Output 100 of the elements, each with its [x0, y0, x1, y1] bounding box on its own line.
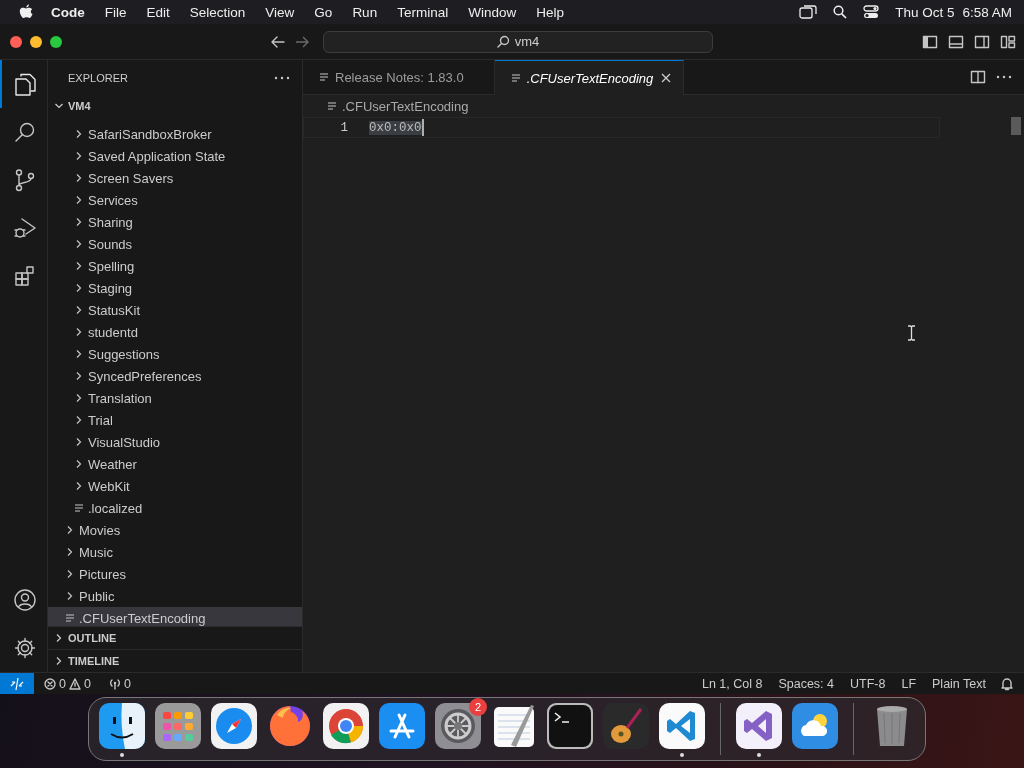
- guitar-icon[interactable]: [603, 703, 649, 749]
- file-lines-icon: [327, 101, 337, 111]
- tree-item[interactable]: WebKit: [48, 475, 302, 497]
- code-text: 0x0:0x0: [369, 120, 422, 135]
- ports-button[interactable]: 0: [102, 676, 137, 691]
- notepad-pen-icon[interactable]: [491, 703, 537, 749]
- app-menu[interactable]: Code: [33, 4, 95, 20]
- forward-arrow-icon[interactable]: [295, 34, 309, 49]
- chevron-right-icon: [74, 261, 84, 271]
- menu-item[interactable]: View: [255, 4, 305, 20]
- tree-item[interactable]: Suggestions: [48, 343, 302, 365]
- sidebar-layout-icon[interactable]: [922, 33, 938, 50]
- warning-icon: [68, 677, 81, 690]
- remote-button[interactable]: [0, 673, 34, 694]
- sidebar-title: EXPLORER: [68, 71, 129, 84]
- tree-item[interactable]: Spelling: [48, 255, 302, 277]
- chevron-right-icon: [74, 437, 84, 447]
- tree-item[interactable]: Translation: [48, 387, 302, 409]
- editor-tab[interactable]: Release Notes: 1.83.0: [303, 60, 495, 94]
- status-item[interactable]: Ln 1, Col 8: [693, 676, 771, 691]
- tree-item[interactable]: SyncedPreferences: [48, 365, 302, 387]
- more-icon[interactable]: [996, 75, 1012, 79]
- tree-item[interactable]: Movies: [48, 519, 302, 541]
- menu-item[interactable]: File: [94, 4, 137, 20]
- tree-item[interactable]: Services: [48, 189, 302, 211]
- tree-item[interactable]: Sounds: [48, 233, 302, 255]
- tree-item[interactable]: Trial: [48, 409, 302, 431]
- tree-item[interactable]: StatusKit: [48, 299, 302, 321]
- windows-icon[interactable]: [799, 5, 818, 19]
- face-icon[interactable]: [99, 703, 145, 749]
- apple-icon[interactable]: [19, 3, 33, 21]
- tree-item[interactable]: Public: [48, 585, 302, 607]
- split-editor-icon[interactable]: [970, 69, 986, 85]
- toggles-icon[interactable]: [863, 5, 880, 19]
- tree-item[interactable]: Weather: [48, 453, 302, 475]
- antenna-icon: [108, 677, 121, 690]
- problems-button[interactable]: 0 0: [38, 676, 97, 691]
- menubar-date[interactable]: Thu Oct 5: [895, 4, 955, 20]
- status-item[interactable]: UTF-8: [842, 676, 894, 691]
- editor-tab[interactable]: .CFUserTextEncoding: [494, 60, 685, 95]
- search-icon[interactable]: [833, 5, 848, 19]
- more-icon[interactable]: [274, 75, 290, 80]
- status-item[interactable]: LF: [893, 676, 925, 691]
- tree-item[interactable]: .CFUserTextEncoding: [48, 607, 302, 626]
- chevron-right-icon: [65, 591, 75, 601]
- file-lines-icon: [319, 72, 329, 82]
- custom-layout-icon[interactable]: [1000, 33, 1016, 50]
- play-bug-icon: [12, 216, 37, 240]
- chevron-right-icon: [54, 633, 64, 643]
- settings-icon[interactable]: [12, 636, 37, 660]
- chevron-right-icon: [74, 481, 84, 491]
- compass-icon[interactable]: [211, 703, 257, 749]
- gear-icon[interactable]: [435, 703, 481, 749]
- chevron-right-icon: [74, 195, 84, 205]
- menu-item[interactable]: Edit: [136, 4, 180, 20]
- tree-item[interactable]: Music: [48, 541, 302, 563]
- menu-item[interactable]: Window: [458, 4, 527, 20]
- chevron-right-icon: [65, 569, 75, 579]
- tree-item[interactable]: Sharing: [48, 211, 302, 233]
- folder-header[interactable]: VM4: [48, 95, 302, 117]
- tree-item[interactable]: Screen Savers: [48, 167, 302, 189]
- menubar-time[interactable]: 6:58 AM: [962, 4, 1012, 20]
- terminal-icon[interactable]: [547, 703, 593, 749]
- chevron-right-icon: [74, 349, 84, 359]
- tree-item[interactable]: SafariSandboxBroker: [48, 123, 302, 145]
- status-item[interactable]: Spaces: 4: [770, 676, 842, 691]
- close-button[interactable]: [10, 35, 22, 48]
- error-icon: [44, 677, 56, 690]
- tree-item[interactable]: Pictures: [48, 563, 302, 585]
- cloud-sun-icon[interactable]: [792, 703, 838, 749]
- search-icon: [496, 35, 510, 48]
- command-center-search[interactable]: vm4: [323, 30, 713, 53]
- remote-icon: [10, 676, 24, 691]
- menu-item[interactable]: Help: [526, 4, 574, 20]
- files-icon: [12, 72, 37, 96]
- section-header[interactable]: OUTLINE: [48, 626, 302, 649]
- breadcrumb[interactable]: .CFUserTextEncoding: [303, 95, 1024, 117]
- minimize-button[interactable]: [30, 35, 42, 48]
- menu-item[interactable]: Terminal: [387, 4, 459, 20]
- tree-item[interactable]: Staging: [48, 277, 302, 299]
- account-icon[interactable]: [12, 588, 37, 612]
- panel-layout-icon[interactable]: [948, 33, 964, 50]
- menu-item[interactable]: Go: [304, 4, 343, 20]
- tree-item[interactable]: studentd: [48, 321, 302, 343]
- code-ribbon-icon[interactable]: [659, 703, 705, 749]
- status-item[interactable]: Plain Text: [924, 676, 994, 691]
- bell-icon[interactable]: [1000, 676, 1014, 691]
- tree-item[interactable]: Saved Application State: [48, 145, 302, 167]
- text-cursor-icon: [907, 325, 916, 341]
- menu-item[interactable]: Run: [342, 4, 388, 20]
- menu-item[interactable]: Selection: [179, 4, 256, 20]
- chevron-right-icon: [74, 371, 84, 381]
- zoom-button[interactable]: [50, 35, 62, 48]
- app-grid-icon[interactable]: [155, 703, 201, 749]
- back-arrow-icon[interactable]: [271, 34, 285, 49]
- secondary-sidebar-layout-icon[interactable]: [974, 33, 990, 50]
- tree-item[interactable]: VisualStudio: [48, 431, 302, 453]
- chevron-right-icon: [65, 547, 75, 557]
- tree-item[interactable]: .localized: [48, 497, 302, 519]
- ribbon-icon[interactable]: [736, 703, 782, 749]
